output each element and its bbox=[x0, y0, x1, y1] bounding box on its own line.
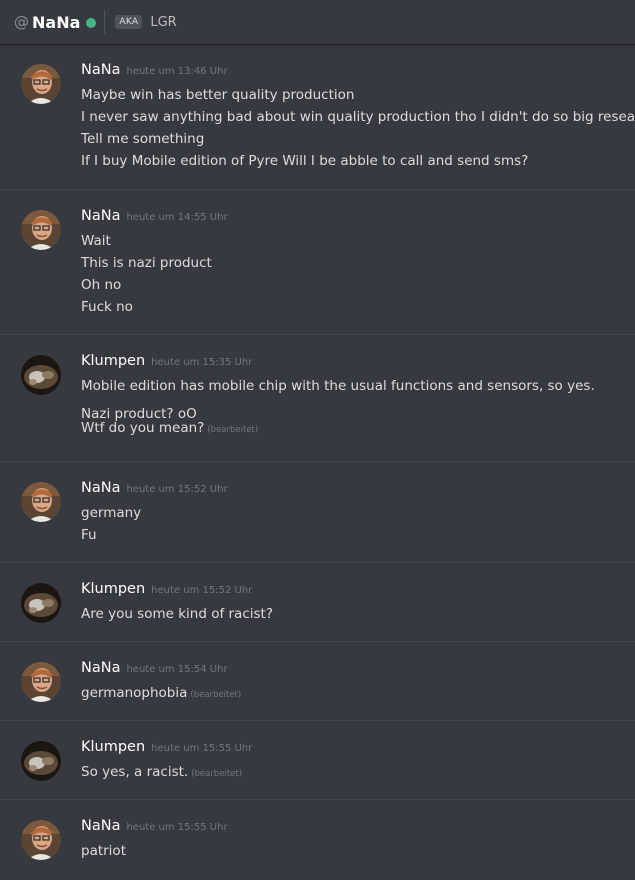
message-timestamp: heute um 13:46 Uhr bbox=[126, 66, 228, 77]
message-author[interactable]: Klumpen bbox=[81, 739, 145, 755]
avatar[interactable] bbox=[21, 741, 61, 781]
message-group: Klumpen heute um 15:52 Uhr Are you some … bbox=[0, 563, 635, 642]
message-text-edited: So yes, a racist. (bearbeitet) bbox=[81, 764, 243, 780]
message-text: Mobile edition has mobile chip with the … bbox=[81, 378, 595, 394]
aka-badge: AKA bbox=[115, 15, 143, 29]
message-text: Nazi product? oO bbox=[81, 406, 197, 422]
avatar[interactable] bbox=[21, 662, 61, 702]
message-group: NaNa heute um 13:46 Uhr Maybe win has be… bbox=[0, 44, 635, 190]
message-text: patriot bbox=[81, 843, 126, 859]
message-author[interactable]: NaNa bbox=[81, 62, 120, 78]
message-text: Wait bbox=[81, 233, 111, 249]
message-timestamp: heute um 15:55 Uhr bbox=[151, 743, 253, 754]
nickname-label: LGR bbox=[150, 14, 177, 30]
message-text: I never saw anything bad about win quali… bbox=[81, 109, 635, 125]
message-author[interactable]: NaNa bbox=[81, 208, 120, 224]
message-text-edited: germanophobia (bearbeitet) bbox=[81, 685, 242, 701]
message-text: germany bbox=[81, 505, 142, 521]
message-group: Klumpen heute um 15:35 Uhr Mobile editio… bbox=[0, 335, 635, 462]
message-group: Klumpen heute um 15:55 Uhr So yes, a rac… bbox=[0, 721, 635, 800]
message-text: Fu bbox=[81, 527, 97, 543]
online-status-icon bbox=[86, 18, 97, 28]
message-timestamp: heute um 15:52 Uhr bbox=[151, 585, 253, 596]
message-text: Oh no bbox=[81, 277, 122, 293]
avatar[interactable] bbox=[21, 583, 61, 623]
message-text: Fuck no bbox=[81, 299, 133, 315]
message-timestamp: heute um 14:55 Uhr bbox=[126, 212, 228, 223]
avatar[interactable] bbox=[21, 64, 61, 104]
message-group: NaNa heute um 14:55 Uhr Wait This is naz… bbox=[0, 190, 635, 335]
message-text: Tell me something bbox=[81, 131, 205, 147]
message-timestamp: heute um 15:35 Uhr bbox=[151, 357, 253, 368]
message-text: If I buy Mobile edition of Pyre Will I b… bbox=[81, 153, 529, 169]
channel-header: @ NaNa AKA LGR bbox=[0, 0, 635, 44]
message-group: NaNa heute um 15:54 Uhr germanophobia (be… bbox=[0, 642, 635, 721]
message-author[interactable]: NaNa bbox=[81, 660, 120, 676]
message-timestamp: heute um 15:52 Uhr bbox=[126, 484, 228, 495]
message-author[interactable]: Klumpen bbox=[81, 581, 145, 597]
message-text: Are you some kind of racist? bbox=[81, 606, 273, 622]
edited-label: (bearbeitet) bbox=[207, 425, 259, 435]
avatar[interactable] bbox=[21, 355, 61, 395]
message-timestamp: heute um 15:54 Uhr bbox=[126, 664, 228, 675]
avatar[interactable] bbox=[21, 482, 61, 522]
message-author[interactable]: Klumpen bbox=[81, 353, 145, 369]
edited-label: (bearbeitet) bbox=[190, 690, 242, 700]
message-text: This is nazi product bbox=[81, 255, 212, 271]
avatar[interactable] bbox=[21, 210, 61, 250]
message-author[interactable]: NaNa bbox=[81, 480, 120, 496]
message-text-edited: Wtf do you mean? (bearbeitet) bbox=[81, 420, 259, 436]
avatar[interactable] bbox=[21, 820, 61, 860]
edited-label: (bearbeitet) bbox=[191, 769, 243, 779]
message-timestamp: heute um 15:55 Uhr bbox=[126, 822, 228, 833]
message-group: NaNa heute um 15:55 Uhr patriot bbox=[0, 800, 635, 880]
message-text: Maybe win has better quality production bbox=[81, 87, 355, 103]
at-icon: @ bbox=[14, 13, 29, 31]
header-divider bbox=[104, 10, 106, 34]
dm-user-name[interactable]: NaNa bbox=[32, 13, 80, 32]
message-group: NaNa heute um 15:52 Uhr germany Fu bbox=[0, 462, 635, 563]
message-author[interactable]: NaNa bbox=[81, 818, 120, 834]
